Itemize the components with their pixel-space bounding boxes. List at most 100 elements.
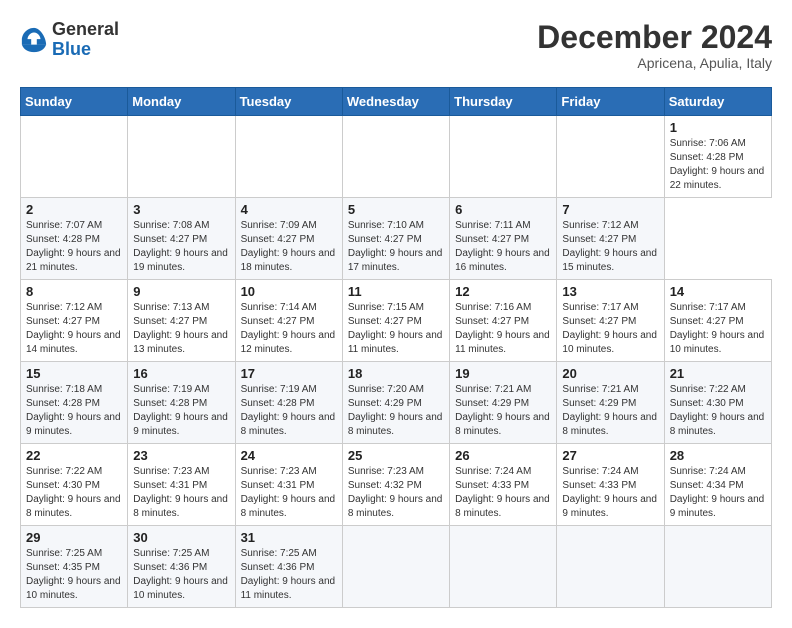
cell-info: Sunrise: 7:24 AMSunset: 4:33 PMDaylight:… (455, 466, 550, 519)
day-number: 12 (455, 284, 551, 299)
cell-info: Sunrise: 7:22 AMSunset: 4:30 PMDaylight:… (26, 466, 121, 519)
day-number: 7 (562, 202, 658, 217)
cell-info: Sunrise: 7:25 AMSunset: 4:35 PMDaylight:… (26, 548, 121, 601)
cell-info: Sunrise: 7:06 AMSunset: 4:28 PMDaylight:… (670, 138, 765, 191)
day-number: 23 (133, 448, 229, 463)
calendar-cell: 13Sunrise: 7:17 AMSunset: 4:27 PMDayligh… (557, 280, 664, 362)
calendar-cell: 9Sunrise: 7:13 AMSunset: 4:27 PMDaylight… (128, 280, 235, 362)
calendar-cell: 23 Sunrise: 7:23 AMSunset: 4:31 PMDayligh… (128, 444, 235, 526)
day-number: 20 (562, 366, 658, 381)
day-number: 3 (133, 202, 229, 217)
day-number: 8 (26, 284, 122, 299)
logo-text-block: General Blue (52, 20, 119, 60)
calendar-cell: 5Sunrise: 7:10 AMSunset: 4:27 PMDaylight… (342, 198, 449, 280)
day-number: 27 (562, 448, 658, 463)
empty-cell (450, 116, 557, 198)
cell-info: Sunrise: 7:18 AMSunset: 4:28 PMDaylight:… (26, 384, 121, 437)
calendar-cell: 10Sunrise: 7:14 AMSunset: 4:27 PMDayligh… (235, 280, 342, 362)
calendar-cell: 15 Sunrise: 7:18 AMSunset: 4:28 PMDayligh… (21, 362, 128, 444)
day-number: 9 (133, 284, 229, 299)
calendar-cell: 3 Sunrise: 7:08 AMSunset: 4:27 PMDaylight… (128, 198, 235, 280)
month-title: December 2024 (537, 20, 772, 55)
cell-info: Sunrise: 7:21 AMSunset: 4:29 PMDaylight:… (455, 384, 550, 437)
empty-cell (557, 116, 664, 198)
calendar-cell: 2 Sunrise: 7:07 AMSunset: 4:28 PMDaylight… (21, 198, 128, 280)
cell-info: Sunrise: 7:12 AMSunset: 4:27 PMDaylight:… (562, 220, 657, 273)
day-number: 28 (670, 448, 766, 463)
day-header-tuesday: Tuesday (235, 88, 342, 116)
cell-info: Sunrise: 7:25 AMSunset: 4:36 PMDaylight:… (133, 548, 228, 601)
calendar-cell: 16 Sunrise: 7:19 AMSunset: 4:28 PMDayligh… (128, 362, 235, 444)
cell-info: Sunrise: 7:08 AMSunset: 4:27 PMDaylight:… (133, 220, 228, 273)
empty-cell (342, 116, 449, 198)
day-number: 18 (348, 366, 444, 381)
cell-info: Sunrise: 7:23 AMSunset: 4:31 PMDaylight:… (133, 466, 228, 519)
logo: General Blue (20, 20, 119, 60)
cell-info: Sunrise: 7:22 AMSunset: 4:30 PMDaylight:… (670, 384, 765, 437)
calendar-cell: 7 Sunrise: 7:12 AMSunset: 4:27 PMDaylight… (557, 198, 664, 280)
day-header-saturday: Saturday (664, 88, 771, 116)
day-header-wednesday: Wednesday (342, 88, 449, 116)
day-number: 2 (26, 202, 122, 217)
cell-info: Sunrise: 7:17 AMSunset: 4:27 PMDaylight:… (562, 302, 657, 355)
calendar-cell: 14 Sunrise: 7:17 AMSunset: 4:27 PMDayligh… (664, 280, 771, 362)
day-number: 21 (670, 366, 766, 381)
day-number: 30 (133, 530, 229, 545)
calendar-cell: 27Sunrise: 7:24 AMSunset: 4:33 PMDayligh… (557, 444, 664, 526)
cell-info: Sunrise: 7:23 AMSunset: 4:31 PMDaylight:… (241, 466, 336, 519)
day-number: 24 (241, 448, 337, 463)
day-number: 10 (241, 284, 337, 299)
calendar-cell: 30 Sunrise: 7:25 AMSunset: 4:36 PMDayligh… (128, 526, 235, 608)
day-header-friday: Friday (557, 88, 664, 116)
cell-info: Sunrise: 7:17 AMSunset: 4:27 PMDaylight:… (670, 302, 765, 355)
calendar-cell: 1 Sunrise: 7:06 AMSunset: 4:28 PMDaylight… (664, 116, 771, 198)
cell-info: Sunrise: 7:19 AMSunset: 4:28 PMDaylight:… (133, 384, 228, 437)
cell-info: Sunrise: 7:19 AMSunset: 4:28 PMDaylight:… (241, 384, 336, 437)
calendar-cell: 19Sunrise: 7:21 AMSunset: 4:29 PMDayligh… (450, 362, 557, 444)
calendar-cell: 31Sunrise: 7:25 AMSunset: 4:36 PMDayligh… (235, 526, 342, 608)
day-number: 26 (455, 448, 551, 463)
day-header-thursday: Thursday (450, 88, 557, 116)
logo-icon (20, 26, 48, 54)
day-number: 15 (26, 366, 122, 381)
day-number: 16 (133, 366, 229, 381)
empty-cell (557, 526, 664, 608)
calendar-cell: 28 Sunrise: 7:24 AMSunset: 4:34 PMDayligh… (664, 444, 771, 526)
cell-info: Sunrise: 7:24 AMSunset: 4:34 PMDaylight:… (670, 466, 765, 519)
day-header-sunday: Sunday (21, 88, 128, 116)
cell-info: Sunrise: 7:12 AMSunset: 4:27 PMDaylight:… (26, 302, 121, 355)
calendar-cell: 8 Sunrise: 7:12 AMSunset: 4:27 PMDaylight… (21, 280, 128, 362)
calendar-week-row: 2 Sunrise: 7:07 AMSunset: 4:28 PMDaylight… (21, 198, 772, 280)
calendar-cell: 6Sunrise: 7:11 AMSunset: 4:27 PMDaylight… (450, 198, 557, 280)
calendar-cell: 22 Sunrise: 7:22 AMSunset: 4:30 PMDayligh… (21, 444, 128, 526)
day-header-monday: Monday (128, 88, 235, 116)
day-number: 5 (348, 202, 444, 217)
day-number: 11 (348, 284, 444, 299)
day-number: 31 (241, 530, 337, 545)
calendar-cell: 24 Sunrise: 7:23 AMSunset: 4:31 PMDayligh… (235, 444, 342, 526)
logo-general: General (52, 19, 119, 39)
cell-info: Sunrise: 7:16 AMSunset: 4:27 PMDaylight:… (455, 302, 550, 355)
empty-cell (235, 116, 342, 198)
cell-info: Sunrise: 7:23 AMSunset: 4:32 PMDaylight:… (348, 466, 443, 519)
empty-cell (128, 116, 235, 198)
day-number: 1 (670, 120, 766, 135)
cell-info: Sunrise: 7:07 AMSunset: 4:28 PMDaylight:… (26, 220, 121, 273)
day-number: 14 (670, 284, 766, 299)
empty-cell (21, 116, 128, 198)
calendar-cell: 25Sunrise: 7:23 AMSunset: 4:32 PMDayligh… (342, 444, 449, 526)
empty-cell (342, 526, 449, 608)
day-number: 29 (26, 530, 122, 545)
cell-info: Sunrise: 7:21 AMSunset: 4:29 PMDaylight:… (562, 384, 657, 437)
cell-info: Sunrise: 7:20 AMSunset: 4:29 PMDaylight:… (348, 384, 443, 437)
title-block: December 2024 Apricena, Apulia, Italy (537, 20, 772, 71)
day-number: 6 (455, 202, 551, 217)
page-header: General Blue December 2024 Apricena, Apu… (20, 20, 772, 71)
calendar-cell: 21 Sunrise: 7:22 AMSunset: 4:30 PMDayligh… (664, 362, 771, 444)
calendar-cell: 29 Sunrise: 7:25 AMSunset: 4:35 PMDayligh… (21, 526, 128, 608)
empty-cell (450, 526, 557, 608)
calendar-header-row: SundayMondayTuesdayWednesdayThursdayFrid… (21, 88, 772, 116)
calendar-cell: 4Sunrise: 7:09 AMSunset: 4:27 PMDaylight… (235, 198, 342, 280)
day-number: 22 (26, 448, 122, 463)
calendar-table: SundayMondayTuesdayWednesdayThursdayFrid… (20, 87, 772, 608)
